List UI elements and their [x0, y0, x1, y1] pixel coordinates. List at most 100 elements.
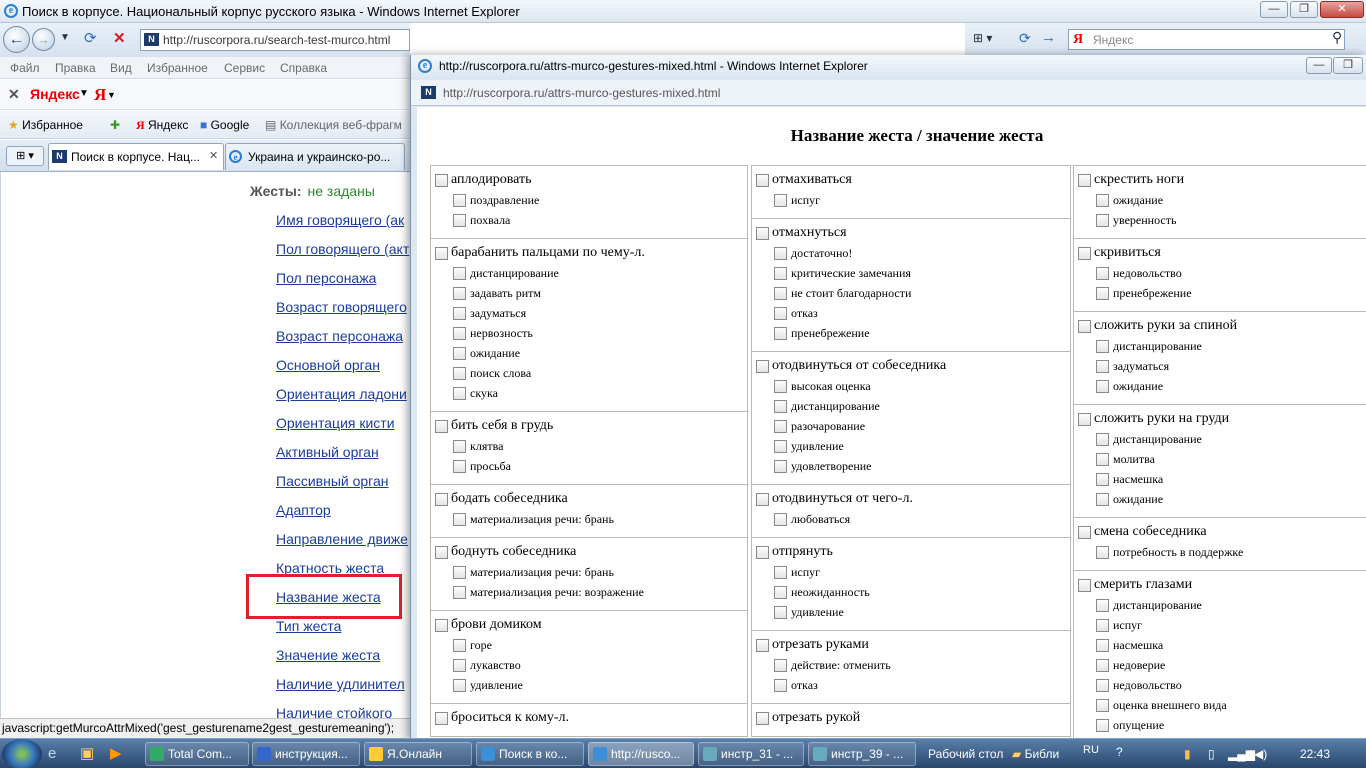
- meaning-row[interactable]: не стоит благодарности: [756, 283, 1070, 303]
- meaning-checkbox[interactable]: [1096, 718, 1109, 732]
- attribute-link[interactable]: Основной орган: [276, 357, 380, 373]
- gesture-name-row[interactable]: отодвинуться от собеседника: [756, 356, 1070, 376]
- meaning-row[interactable]: материализация речи: возражение: [435, 582, 747, 602]
- meaning-row[interactable]: дистанцирование: [1078, 336, 1366, 356]
- attribute-link[interactable]: Пол персонажа: [276, 270, 376, 286]
- search-magnifier-icon[interactable]: ⚲: [1332, 29, 1342, 46]
- gesture-name-row[interactable]: смена собеседника: [1078, 522, 1366, 542]
- meaning-row[interactable]: нервозность: [435, 323, 747, 343]
- back-button[interactable]: ←: [3, 26, 30, 53]
- meaning-checkbox[interactable]: [453, 366, 466, 380]
- meaning-checkbox[interactable]: [453, 678, 466, 692]
- attribute-link[interactable]: Имя говорящего (ак: [276, 212, 404, 228]
- meaning-checkbox[interactable]: [774, 565, 787, 579]
- desktop-toolbar[interactable]: Рабочий стол: [928, 747, 1003, 761]
- gesture-name-row[interactable]: бодать собеседника: [435, 489, 747, 509]
- meaning-row[interactable]: материализация речи: брань: [435, 562, 747, 582]
- meaning-row[interactable]: удивление: [435, 675, 747, 695]
- meaning-checkbox[interactable]: [774, 419, 787, 433]
- go-icon[interactable]: →: [1041, 29, 1056, 46]
- gesture-checkbox[interactable]: [435, 173, 448, 187]
- meaning-row[interactable]: испуг: [756, 562, 1070, 582]
- meaning-row[interactable]: пренебрежение: [1078, 283, 1366, 303]
- meaning-checkbox[interactable]: [774, 286, 787, 300]
- meaning-row[interactable]: поиск слова: [435, 363, 747, 383]
- compat-view-icon[interactable]: ⊞ ▾: [973, 31, 992, 45]
- meaning-row[interactable]: испуг: [1078, 615, 1366, 635]
- tab-ukraine[interactable]: e Украина и украинско-ро...: [225, 143, 405, 170]
- gesture-name-row[interactable]: сложить руки за спиной: [1078, 316, 1366, 336]
- yandex-logo[interactable]: Яндекс: [30, 86, 80, 102]
- meaning-row[interactable]: высокая оценка: [756, 376, 1070, 396]
- gesture-checkbox[interactable]: [756, 711, 769, 725]
- meaning-checkbox[interactable]: [453, 266, 466, 280]
- history-dropdown-icon[interactable]: ▼: [60, 32, 70, 43]
- gesture-checkbox[interactable]: [1078, 525, 1091, 539]
- taskbar-item[interactable]: Total Com...: [145, 742, 249, 766]
- meaning-checkbox[interactable]: [453, 213, 466, 227]
- fav-webslice[interactable]: ▤ Коллекция веб-фрагм: [265, 118, 402, 132]
- meaning-checkbox[interactable]: [774, 439, 787, 453]
- language-indicator[interactable]: RU: [1083, 744, 1099, 756]
- quicklaunch-folder-icon[interactable]: ▣: [80, 744, 94, 762]
- menu-file[interactable]: Файл: [10, 61, 40, 75]
- toolbar-close-icon[interactable]: ✕: [8, 86, 20, 103]
- meaning-checkbox[interactable]: [774, 266, 787, 280]
- attribute-link[interactable]: Адаптор: [276, 502, 331, 518]
- gesture-name-row[interactable]: аплодировать: [435, 170, 747, 190]
- meaning-row[interactable]: поздравление: [435, 190, 747, 210]
- close-button[interactable]: ✕: [1320, 1, 1364, 18]
- quicklaunch-media-icon[interactable]: ▶: [110, 744, 122, 762]
- attribute-link[interactable]: Ориентация ладони: [276, 386, 407, 402]
- meaning-row[interactable]: достаточно!: [756, 243, 1070, 263]
- meaning-checkbox[interactable]: [1096, 658, 1109, 672]
- meaning-checkbox[interactable]: [453, 459, 466, 473]
- meaning-row[interactable]: клятва: [435, 436, 747, 456]
- meaning-checkbox[interactable]: [453, 326, 466, 340]
- meaning-checkbox[interactable]: [1096, 452, 1109, 466]
- meaning-checkbox[interactable]: [453, 286, 466, 300]
- meaning-row[interactable]: ожидание: [1078, 489, 1366, 509]
- fav-google[interactable]: ■ Google: [200, 118, 249, 132]
- gesture-name-row[interactable]: отрезать рукой: [756, 708, 1070, 728]
- gesture-name-row[interactable]: отмахиваться: [756, 170, 1070, 190]
- quicklaunch-ie-icon[interactable]: e: [48, 745, 56, 762]
- meaning-checkbox[interactable]: [774, 193, 787, 207]
- gesture-name-row[interactable]: брови домиком: [435, 615, 747, 635]
- gesture-checkbox[interactable]: [756, 545, 769, 559]
- gesture-checkbox[interactable]: [435, 711, 448, 725]
- gesture-checkbox[interactable]: [1078, 173, 1091, 187]
- help-icon[interactable]: ?: [1116, 745, 1123, 759]
- meaning-checkbox[interactable]: [453, 346, 466, 360]
- refresh-page-icon[interactable]: ⟳: [1019, 30, 1031, 47]
- meaning-row[interactable]: ожидание: [1078, 190, 1366, 210]
- gesture-name-row[interactable]: отпрянуть: [756, 542, 1070, 562]
- gesture-checkbox[interactable]: [435, 492, 448, 506]
- gesture-checkbox[interactable]: [435, 246, 448, 260]
- meaning-checkbox[interactable]: [453, 658, 466, 672]
- meaning-checkbox[interactable]: [453, 512, 466, 526]
- attribute-link[interactable]: Ориентация кисти: [276, 415, 395, 431]
- attribute-link[interactable]: Активный орган: [276, 444, 379, 460]
- meaning-row[interactable]: ожидание: [435, 343, 747, 363]
- meaning-row[interactable]: дистанцирование: [1078, 429, 1366, 449]
- gesture-name-row[interactable]: отодвинуться от чего-л.: [756, 489, 1070, 509]
- meaning-row[interactable]: задуматься: [435, 303, 747, 323]
- meaning-checkbox[interactable]: [1096, 598, 1109, 612]
- meaning-checkbox[interactable]: [1096, 359, 1109, 373]
- meaning-checkbox[interactable]: [453, 638, 466, 652]
- gesture-checkbox[interactable]: [756, 226, 769, 240]
- gesture-name-row[interactable]: боднуть собеседника: [435, 542, 747, 562]
- network-icon[interactable]: ▂▄▆: [1228, 747, 1255, 761]
- menu-view[interactable]: Вид: [110, 61, 132, 75]
- meaning-row[interactable]: любоваться: [756, 509, 1070, 529]
- clock[interactable]: 22:43: [1300, 747, 1330, 761]
- gesture-checkbox[interactable]: [435, 618, 448, 632]
- meaning-row[interactable]: дистанцирование: [435, 263, 747, 283]
- meaning-row[interactable]: дистанцирование: [756, 396, 1070, 416]
- attribute-link[interactable]: Возраст персонажа: [276, 328, 403, 344]
- attribute-link[interactable]: Пассивный орган: [276, 473, 389, 489]
- yandex-dropdown-icon[interactable]: ▼: [79, 88, 89, 99]
- meaning-checkbox[interactable]: [774, 678, 787, 692]
- maximize-button[interactable]: ❐: [1290, 1, 1318, 18]
